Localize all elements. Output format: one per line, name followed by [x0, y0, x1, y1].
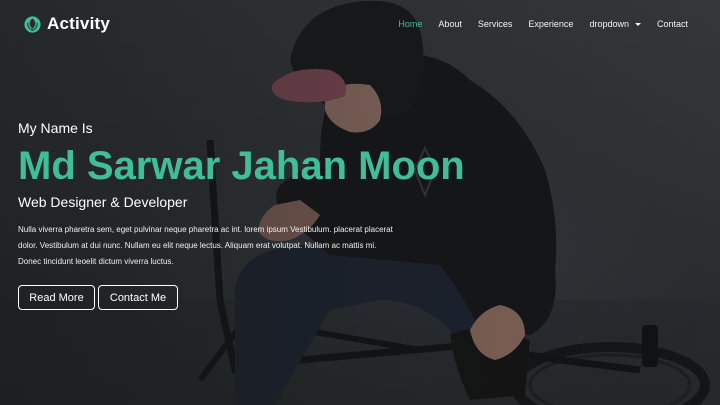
nav-item-home[interactable]: Home [390, 19, 430, 29]
hero-section: Activity Home About Services Experience … [0, 0, 720, 405]
nav-item-dropdown[interactable]: dropdown [581, 19, 649, 29]
nav-item-label: Contact [656, 19, 688, 29]
hero-description-line: dolor. Vestibulum at dui nunc. Nullam eu… [18, 241, 377, 250]
hero-description-line: Nulla viverra pharetra sem, eget pulvina… [18, 225, 393, 234]
nav-item-label: Services [477, 19, 513, 29]
hero-content: My Name Is Md Sarwar Jahan Moon Web Desi… [18, 120, 488, 310]
read-more-button[interactable]: Read More [18, 285, 95, 310]
nav-item-label: About [438, 19, 462, 29]
hero-description: Nulla viverra pharetra sem, eget pulvina… [18, 222, 418, 270]
hero-buttons: Read More Contact Me [18, 285, 488, 310]
hero-name: Md Sarwar Jahan Moon [18, 144, 465, 188]
brand-link[interactable]: Activity [24, 14, 110, 34]
nav-item-experience[interactable]: Experience [520, 19, 581, 29]
nav-item-about[interactable]: About [430, 19, 470, 29]
nav-item-label: Home [398, 19, 423, 29]
navbar: Activity Home About Services Experience … [0, 0, 720, 48]
nav-item-label: Experience [528, 19, 574, 29]
nav-item-contact[interactable]: Contact [649, 19, 696, 29]
caret-down-icon [634, 22, 641, 26]
rebel-logo-icon [24, 15, 41, 33]
nav-item-services[interactable]: Services [470, 19, 521, 29]
nav-item-label: dropdown [589, 19, 629, 29]
contact-me-button[interactable]: Contact Me [98, 285, 178, 310]
brand-name: Activity [47, 14, 111, 33]
hero-description-line: Donec tincidunt leoelit dictum viverra l… [18, 257, 174, 266]
nav-menu: Home About Services Experience dropdown … [390, 19, 696, 29]
hero-role: Web Designer & Developer [18, 194, 188, 210]
hero-intro: My Name Is [18, 120, 93, 136]
